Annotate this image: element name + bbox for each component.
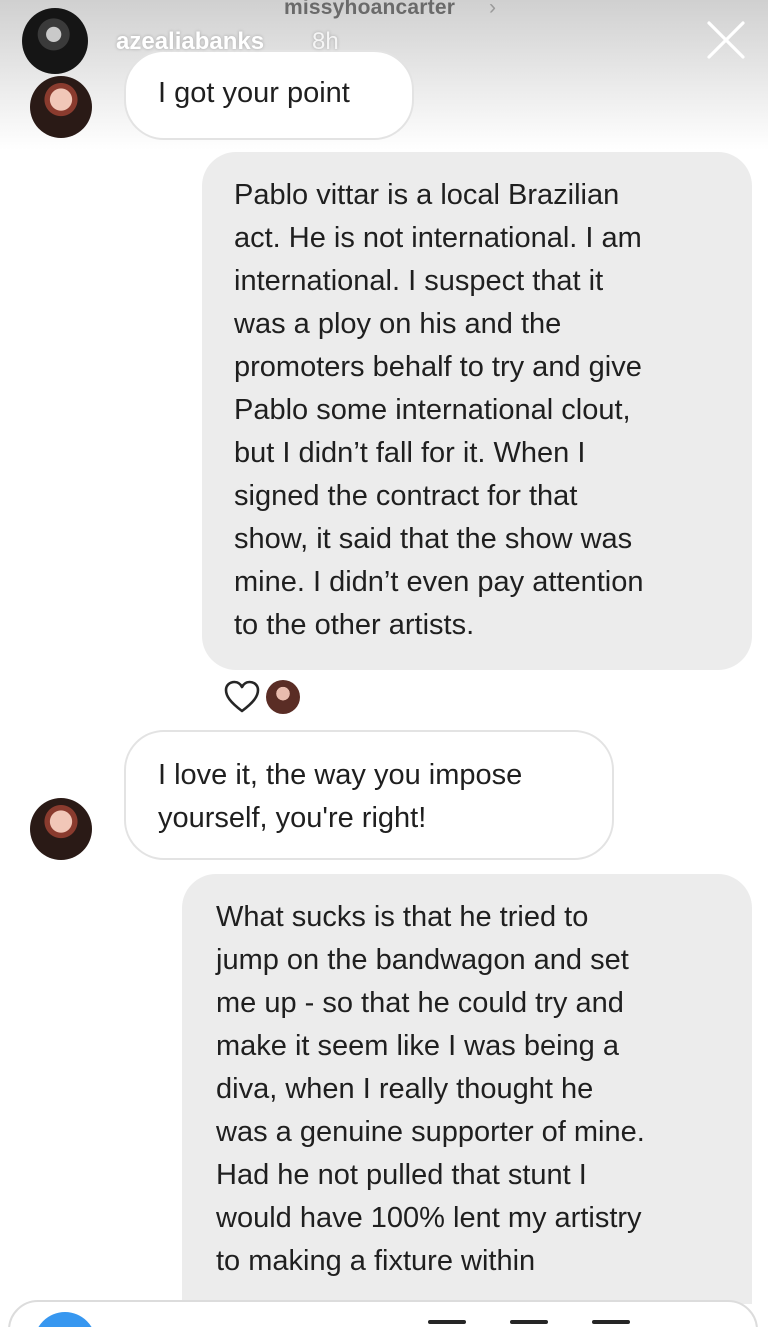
thread-username[interactable]: missyhoancarter [284, 0, 455, 20]
close-icon-graphic [707, 21, 745, 59]
message-text: What sucks is that he tried to jump on t… [216, 901, 645, 1277]
story-screen: missyhoancarter › azealiabanks 8h I got … [0, 0, 768, 1327]
message-bubble-outgoing: What sucks is that he tried to jump on t… [182, 874, 752, 1304]
message-input[interactable] [8, 1300, 758, 1327]
reactor-avatar [266, 680, 300, 714]
microphone-icon[interactable] [428, 1320, 466, 1324]
story-header: missyhoancarter › azealiabanks 8h [0, 0, 768, 80]
story-poster-avatar[interactable] [22, 8, 88, 74]
close-icon[interactable] [704, 18, 748, 62]
message-bubble-outgoing: Pablo vittar is a local Brazilian act. H… [202, 152, 752, 670]
sender-avatar[interactable] [30, 798, 92, 860]
message-text: I love it, the way you impose yourself, … [158, 759, 523, 834]
sticker-icon[interactable] [592, 1320, 630, 1324]
message-composer [0, 1290, 768, 1327]
heart-outline-icon[interactable] [224, 680, 260, 714]
chevron-right-icon: › [489, 0, 496, 19]
gallery-icon[interactable] [510, 1320, 548, 1324]
story-poster-username[interactable]: azealiabanks [116, 28, 264, 56]
message-bubble-incoming: I love it, the way you impose yourself, … [124, 730, 614, 860]
sender-avatar[interactable] [30, 76, 92, 138]
message-text: Pablo vittar is a local Brazilian act. H… [234, 179, 644, 641]
story-timestamp: 8h [312, 28, 339, 55]
